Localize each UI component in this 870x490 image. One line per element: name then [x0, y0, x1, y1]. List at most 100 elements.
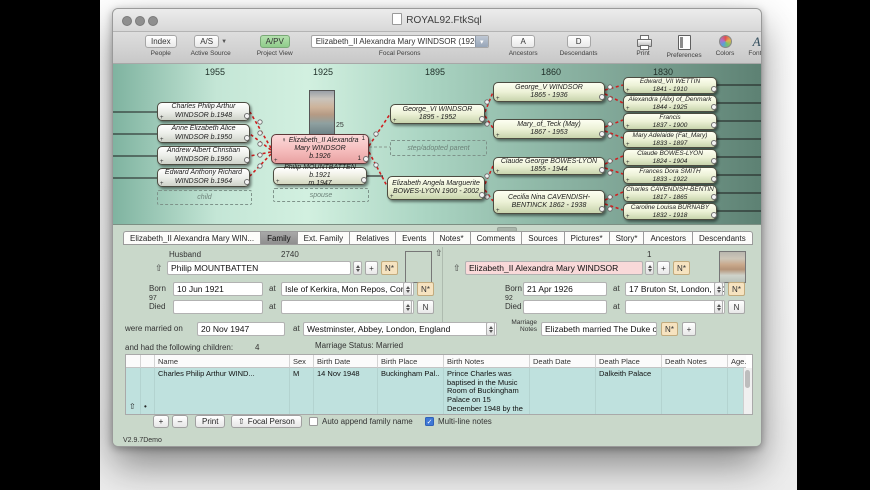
wife-born-place-field[interactable]: 17 Bruton St, London, W1, Englan	[625, 282, 725, 296]
wife-born-notes-button[interactable]: N*	[728, 282, 745, 296]
wife-died-place-stepper[interactable]	[714, 300, 723, 314]
tab-descendants[interactable]: Descendants	[692, 231, 753, 245]
husband-born-notes-button[interactable]: N*	[417, 282, 434, 296]
pedigree-tree-view[interactable]: 1955 1925 1895 1860 1830 Charles Philip …	[113, 64, 761, 225]
wife-add-button[interactable]: +	[657, 261, 670, 275]
tab-events[interactable]: Events	[395, 231, 433, 245]
husband-name-field[interactable]: Philip MOUNTBATTEN	[167, 261, 351, 275]
wife-born-date-field[interactable]: 21 Apr 1926	[523, 282, 607, 296]
colors-icon[interactable]	[718, 35, 732, 48]
husband-died-place-field[interactable]	[281, 300, 414, 314]
add-child-button[interactable]: +	[153, 415, 169, 428]
person-box-alexandra-of-denmark[interactable]: Alexandra (Alix) of_Denmark 1844 - 1925 +	[623, 95, 717, 112]
expand-icon[interactable]: +	[276, 179, 280, 185]
make-focal-icon[interactable]: ⇧	[453, 263, 461, 274]
expand-icon[interactable]: +	[393, 118, 397, 124]
person-box-claude-george-bowes-lyon[interactable]: Claude George BOWES-LYON 1855 - 1944 +	[493, 157, 605, 175]
expand-icon[interactable]: +	[160, 115, 164, 121]
marriage-notes-button[interactable]: N*	[661, 322, 678, 336]
expand-icon[interactable]: +	[626, 214, 630, 220]
tab-notes[interactable]: Notes*	[432, 231, 470, 245]
expand-icon[interactable]: +	[626, 124, 630, 130]
husband-born-place-stepper[interactable]	[403, 282, 412, 296]
person-box-caroline-burnaby[interactable]: Caroline Louisa BURNABY 1832 - 1918 +	[623, 203, 717, 220]
expand-icon[interactable]: +	[160, 137, 164, 143]
person-box-elizabeth-bowes-lyon[interactable]: Elizabeth Angela Marguerite BOWES-LYON 19…	[387, 176, 485, 200]
children-table-header[interactable]: Name Sex Birth Date Birth Place Birth No…	[126, 355, 752, 368]
person-box-mary-adelaide[interactable]: Mary Adelaide (Fat_Mary) 1833 - 1897 +	[623, 131, 717, 148]
table-scrollbar[interactable]	[743, 368, 752, 414]
married-date-field[interactable]: 20 Nov 1947	[197, 322, 285, 336]
expand-icon[interactable]: +	[626, 160, 630, 166]
auto-append-checkbox[interactable]	[309, 417, 318, 426]
expand-icon[interactable]: +	[496, 96, 500, 102]
tab-comments[interactable]: Comments	[469, 231, 522, 245]
focal-person-photo[interactable]	[309, 90, 335, 135]
husband-died-notes-button[interactable]: N	[417, 300, 434, 314]
expand-icon[interactable]: +	[160, 159, 164, 165]
tab-relatives[interactable]: Relatives	[349, 231, 396, 245]
focal-person-select[interactable]: Elizabeth_II Alexandra Mary WINDSOR (192…	[310, 35, 489, 48]
child-row-charles[interactable]: Charles Philip Arthur WIND... M 14 Nov 1…	[126, 368, 752, 414]
print-button[interactable]: Print	[195, 415, 226, 428]
person-box-edward[interactable]: Edward Anthony Richard WINDSOR b.1964 +	[157, 168, 250, 187]
husband-photo[interactable]	[405, 251, 432, 283]
expand-icon[interactable]: +	[496, 133, 500, 139]
expand-icon[interactable]: +	[626, 88, 630, 94]
expand-icon[interactable]: +	[626, 196, 630, 202]
wife-photo[interactable]	[719, 251, 746, 283]
husband-name-stepper[interactable]	[353, 261, 362, 275]
person-box-frances-dora-smith[interactable]: Frances Dora SMITH 1833 - 1922 +	[623, 167, 717, 184]
multiline-notes-checkbox[interactable]: ✓	[425, 417, 434, 426]
tab-family[interactable]: Family	[260, 231, 297, 245]
title-bar[interactable]: ROYAL92.FtkSql	[113, 9, 761, 32]
fonts-icon[interactable]: A	[753, 35, 761, 48]
married-place-stepper[interactable]	[486, 322, 495, 336]
wife-notes-button[interactable]: N*	[673, 261, 690, 275]
wife-name-field[interactable]: Elizabeth_II Alexandra Mary WINDSOR	[465, 261, 643, 275]
tab-ancestors[interactable]: Ancestors	[643, 231, 693, 245]
person-box-claude-bowes-lyon[interactable]: Claude BOWES-LYON 1824 - 1904 +	[623, 149, 717, 166]
tab-ext-family[interactable]: Ext. Family	[296, 231, 350, 245]
expand-icon[interactable]: +	[626, 142, 630, 148]
make-focal-icon[interactable]: ⇧	[155, 263, 163, 274]
husband-add-button[interactable]: +	[365, 261, 378, 275]
remove-child-button[interactable]: –	[172, 415, 188, 428]
active-source-dropdown-icon[interactable]: ▼	[221, 39, 227, 45]
person-box-francis[interactable]: Francis 1837 - 1900 +	[623, 113, 717, 130]
print-icon[interactable]	[636, 35, 652, 50]
person-box-anne[interactable]: Anne Elizabeth Alice WINDSOR b.1950 +	[157, 124, 250, 143]
person-box-edward-vii[interactable]: Edward_VII WETTIN 1841 - 1910 +	[623, 77, 717, 94]
tab-person[interactable]: Elizabeth_II Alexandra Mary WIN...	[123, 231, 261, 245]
person-box-charles[interactable]: Charles Philip Arthur WINDSOR b.1948 +	[157, 102, 250, 121]
married-place-field[interactable]: Westminster, Abbey, London, England	[303, 322, 497, 336]
person-box-charles-cavendish-bentinck[interactable]: Charles CAVENDISH-BENTIN 1817 - 1865 +	[623, 185, 717, 202]
children-table[interactable]: Name Sex Birth Date Birth Place Birth No…	[125, 354, 753, 415]
project-view-button[interactable]: A/PV	[259, 35, 290, 48]
tab-story[interactable]: Story*	[608, 231, 644, 245]
tab-pictures[interactable]: Pictures*	[563, 231, 609, 245]
swap-spouse-icon[interactable]: ⇧	[435, 248, 443, 259]
husband-died-date-field[interactable]	[173, 300, 263, 314]
person-box-elizabeth-ii[interactable]: ♀ Elizabeth_II Alexandra Mary WINDSOR b.1…	[271, 134, 369, 164]
wife-died-place-field[interactable]	[625, 300, 725, 314]
tab-sources[interactable]: Sources	[521, 231, 564, 245]
expand-icon[interactable]: +	[160, 181, 164, 187]
expand-icon[interactable]: +	[496, 208, 500, 214]
wife-died-date-field[interactable]	[523, 300, 607, 314]
wife-died-notes-button[interactable]: N	[728, 300, 745, 314]
preferences-icon[interactable]	[677, 35, 691, 50]
wife-name-stepper[interactable]	[645, 261, 654, 275]
descendants-button[interactable]: D	[566, 35, 591, 48]
index-button[interactable]: Index	[145, 35, 177, 48]
person-box-andrew[interactable]: Andrew Albert Christian WINDSOR b.1960 +	[157, 146, 250, 165]
person-box-george-vi[interactable]: George_VI WINDSOR 1895 - 1952 +	[390, 104, 485, 124]
active-source-button[interactable]: A/S	[194, 35, 220, 48]
husband-born-date-field[interactable]: 10 Jun 1921	[173, 282, 263, 296]
husband-notes-button[interactable]: N*	[381, 261, 398, 275]
person-box-cecilia-cavendish-bentinck[interactable]: Cecilia Nina CAVENDISH- BENTINCK 1862 - 1…	[493, 190, 605, 214]
expand-icon[interactable]: +	[626, 106, 630, 112]
row-focal-icon[interactable]: ⇧	[129, 402, 136, 411]
husband-died-place-stepper[interactable]	[403, 300, 412, 314]
marriage-add-button[interactable]: +	[682, 322, 696, 336]
